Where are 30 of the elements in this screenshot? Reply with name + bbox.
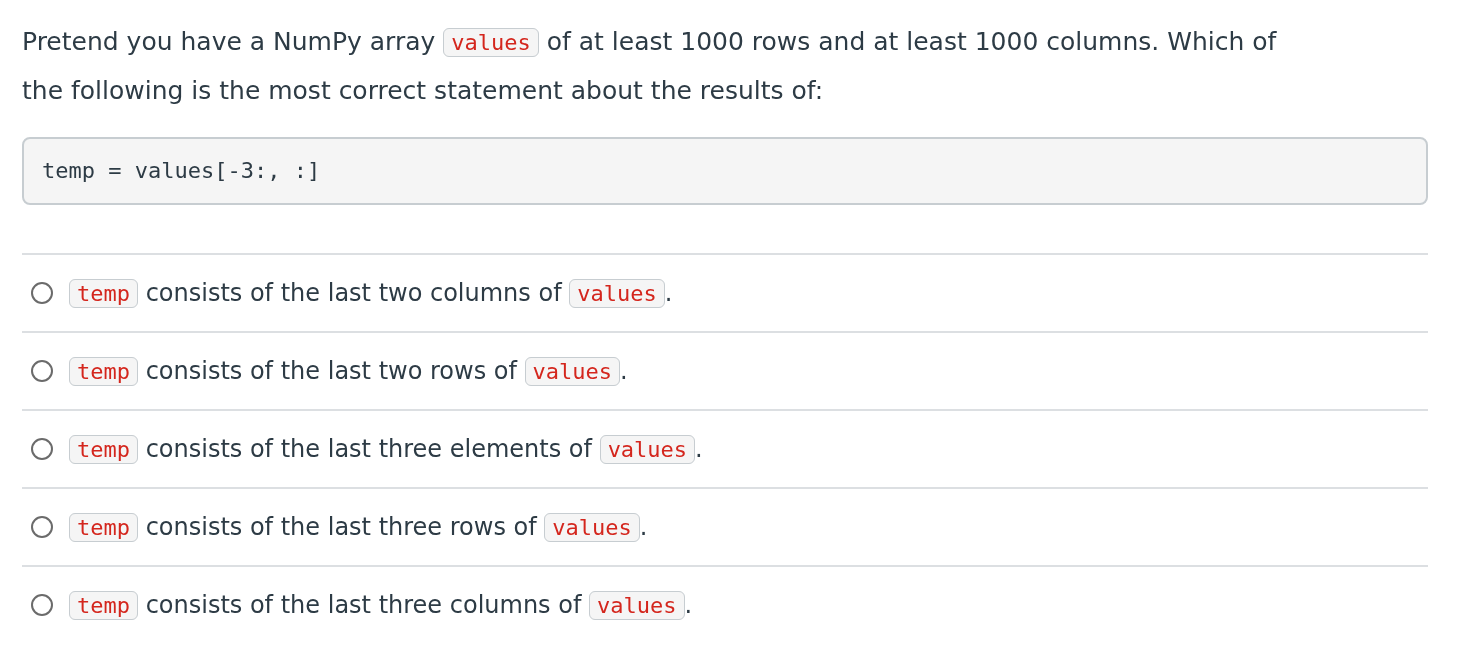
- inline-code: values: [544, 513, 640, 542]
- inline-code: temp: [69, 357, 138, 386]
- inline-code: values: [589, 591, 685, 620]
- question-text: of at least 1000 rows and at least 1000 columns. Which of: [546, 27, 1277, 56]
- inline-code: temp: [69, 279, 138, 308]
- radio-button[interactable]: [31, 438, 53, 460]
- inline-code: values: [599, 435, 696, 464]
- answer-text: .: [684, 591, 693, 619]
- inline-code: temp: [69, 435, 138, 464]
- answer-text: .: [695, 435, 703, 463]
- code-block: temp = values[-3:, :]: [22, 137, 1428, 205]
- radio-button[interactable]: [31, 594, 53, 616]
- inline-code: values: [524, 357, 621, 386]
- inline-code: values: [443, 28, 539, 57]
- question-text: Pretend you have a NumPy array: [22, 27, 436, 56]
- inline-code: temp: [69, 513, 138, 542]
- radio-button[interactable]: [31, 282, 53, 304]
- answer-text: consists of the last three columns of: [145, 591, 582, 619]
- answer-text: .: [664, 279, 673, 307]
- answer-text: .: [639, 513, 648, 541]
- inline-code: values: [569, 279, 665, 308]
- radio-button[interactable]: [31, 360, 53, 382]
- answer-text: .: [620, 357, 628, 385]
- answer-text: consists of the last two columns of: [145, 279, 562, 307]
- radio-button[interactable]: [31, 516, 53, 538]
- inline-code: temp: [69, 591, 138, 620]
- answer-text: consists of the last three elements of: [145, 435, 592, 463]
- question-text: the following is the most correct statement about the results of:: [22, 76, 824, 105]
- answer-text: consists of the last three rows of: [145, 513, 537, 541]
- answer-text: consists of the last two rows of: [145, 357, 517, 385]
